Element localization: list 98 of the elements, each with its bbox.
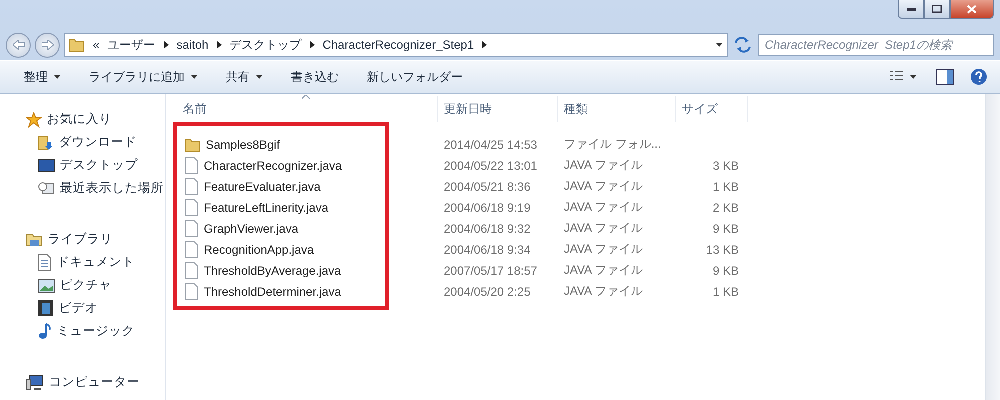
- sidebar-item[interactable]: ビデオ: [0, 297, 165, 320]
- file-icon: [185, 283, 199, 300]
- forward-button[interactable]: [35, 32, 60, 58]
- preview-pane-icon[interactable]: [936, 69, 954, 85]
- monitor-icon: [38, 158, 55, 172]
- minimize-button[interactable]: [898, 0, 924, 19]
- table-cell: 9 KB: [712, 222, 739, 236]
- toolbar-button[interactable]: 書き込む: [279, 64, 351, 90]
- arrow-right-icon: [42, 40, 54, 50]
- file-name[interactable]: FeatureLeftLinerity.java: [204, 200, 329, 214]
- file-name[interactable]: Samples8Bgif: [206, 138, 280, 152]
- breadcrumb-item[interactable]: ユーザー: [108, 36, 156, 54]
- table-cell: JAVA ファイル: [564, 241, 643, 258]
- folder-icon: [185, 136, 201, 152]
- picture-icon: [38, 278, 55, 292]
- sidebar-item[interactable]: デスクトップ: [0, 154, 165, 177]
- breadcrumb-overflow[interactable]: «: [93, 38, 100, 52]
- document-icon: [38, 254, 52, 271]
- star-icon: [26, 112, 42, 128]
- toolbar-button[interactable]: 新しいフォルダー: [355, 64, 475, 90]
- file-icon: [185, 178, 199, 195]
- file-icon: [185, 241, 199, 258]
- column-header[interactable]: 更新日時: [438, 96, 558, 122]
- file-icon: [185, 157, 199, 174]
- sidebar-item[interactable]: ライブラリ: [0, 228, 165, 251]
- toolbar-button[interactable]: ライブラリに追加: [77, 64, 210, 90]
- column-header[interactable]: 種類: [558, 96, 676, 122]
- file-name[interactable]: FeatureEvaluater.java: [204, 180, 321, 194]
- back-button[interactable]: [6, 32, 31, 58]
- folder-arrow-icon: [38, 134, 54, 150]
- sidebar-item[interactable]: コンピューター: [0, 371, 165, 394]
- chevron-icon: [310, 41, 315, 49]
- search-field[interactable]: CharacterRecognizer_Step1の検索: [758, 34, 994, 56]
- table-cell: 1 KB: [712, 180, 739, 194]
- chevron-icon: [216, 41, 222, 49]
- table-cell: 2014/04/25 14:53: [444, 138, 538, 152]
- close-icon: [967, 4, 977, 14]
- refresh-icon[interactable]: [732, 35, 754, 55]
- table-cell: JAVA ファイル: [564, 262, 643, 279]
- file-name[interactable]: CharacterRecognizer.java: [204, 158, 342, 172]
- file-name[interactable]: RecognitionApp.java: [204, 242, 314, 256]
- maximize-button[interactable]: [924, 0, 950, 19]
- table-cell: JAVA ファイル: [564, 283, 643, 300]
- table-cell: 3 KB: [712, 158, 739, 172]
- recent-places-icon: [38, 180, 55, 196]
- toolbar-button[interactable]: 整理: [12, 64, 73, 90]
- breadcrumb-item[interactable]: CharacterRecognizer_Step1: [322, 38, 474, 52]
- computer-icon: [26, 374, 44, 390]
- column-header[interactable]: サイズ: [676, 96, 748, 122]
- sidebar-item[interactable]: 最近表示した場所: [0, 177, 165, 200]
- breadcrumb-item[interactable]: saitoh: [176, 38, 209, 52]
- table-cell: 1 KB: [712, 284, 739, 298]
- sidebar-item[interactable]: ダウンロード: [0, 131, 165, 154]
- table-cell: 2004/06/18 9:34: [444, 242, 531, 256]
- file-name[interactable]: ThresholdByAverage.java: [204, 264, 342, 278]
- table-cell: 2004/06/18 9:19: [444, 200, 531, 214]
- chevron-icon: [164, 41, 169, 49]
- file-icon: [185, 220, 199, 237]
- sidebar-item[interactable]: ピクチャ: [0, 274, 165, 297]
- sidebar-item[interactable]: ドキュメント: [0, 251, 165, 274]
- table-cell: 2004/06/18 9:32: [444, 222, 531, 236]
- file-name[interactable]: ThresholdDeterminer.java: [204, 284, 342, 298]
- table-cell: ファイル フォル...: [564, 136, 662, 153]
- chevron-icon: [482, 41, 488, 49]
- address-bar[interactable]: « ユーザー saitoh デスクトップ CharacterRecognizer_Step1: [64, 33, 728, 57]
- caret-icon: [191, 75, 198, 79]
- folder-icon: [69, 37, 85, 53]
- view-options-icon[interactable]: [890, 71, 920, 83]
- file-name[interactable]: GraphViewer.java: [204, 222, 298, 236]
- maximize-icon: [932, 5, 942, 13]
- caret-icon: [716, 43, 723, 47]
- caret-icon: [256, 75, 263, 79]
- sidebar-item[interactable]: ミュージック: [0, 320, 165, 343]
- table-cell: 13 KB: [706, 242, 739, 256]
- table-cell: JAVA ファイル: [564, 157, 643, 174]
- toolbar-button[interactable]: 共有: [214, 64, 275, 90]
- file-icon: [185, 199, 199, 216]
- table-cell: 2007/05/17 18:57: [444, 264, 538, 278]
- film-icon: [38, 300, 54, 317]
- breadcrumb-item[interactable]: デスクトップ: [230, 36, 302, 54]
- table-cell: JAVA ファイル: [564, 178, 643, 195]
- help-icon[interactable]: [970, 68, 988, 86]
- table-cell: 9 KB: [712, 264, 739, 278]
- caret-icon: [54, 75, 61, 79]
- table-cell: JAVA ファイル: [564, 199, 643, 216]
- sidebar-item[interactable]: お気に入り: [0, 108, 165, 131]
- table-cell: 2004/05/22 13:01: [444, 158, 538, 172]
- close-button[interactable]: [950, 0, 994, 19]
- music-note-icon: [38, 323, 52, 340]
- table-cell: JAVA ファイル: [564, 220, 643, 237]
- library-folder-icon: [26, 232, 43, 247]
- minimize-icon: [906, 8, 916, 10]
- table-cell: 2004/05/20 2:25: [444, 284, 531, 298]
- table-cell: 2004/05/21 8:36: [444, 180, 531, 194]
- column-header[interactable]: 名前: [166, 96, 438, 122]
- arrow-left-icon: [12, 40, 24, 50]
- table-cell: 2 KB: [712, 200, 739, 214]
- file-icon: [185, 262, 199, 279]
